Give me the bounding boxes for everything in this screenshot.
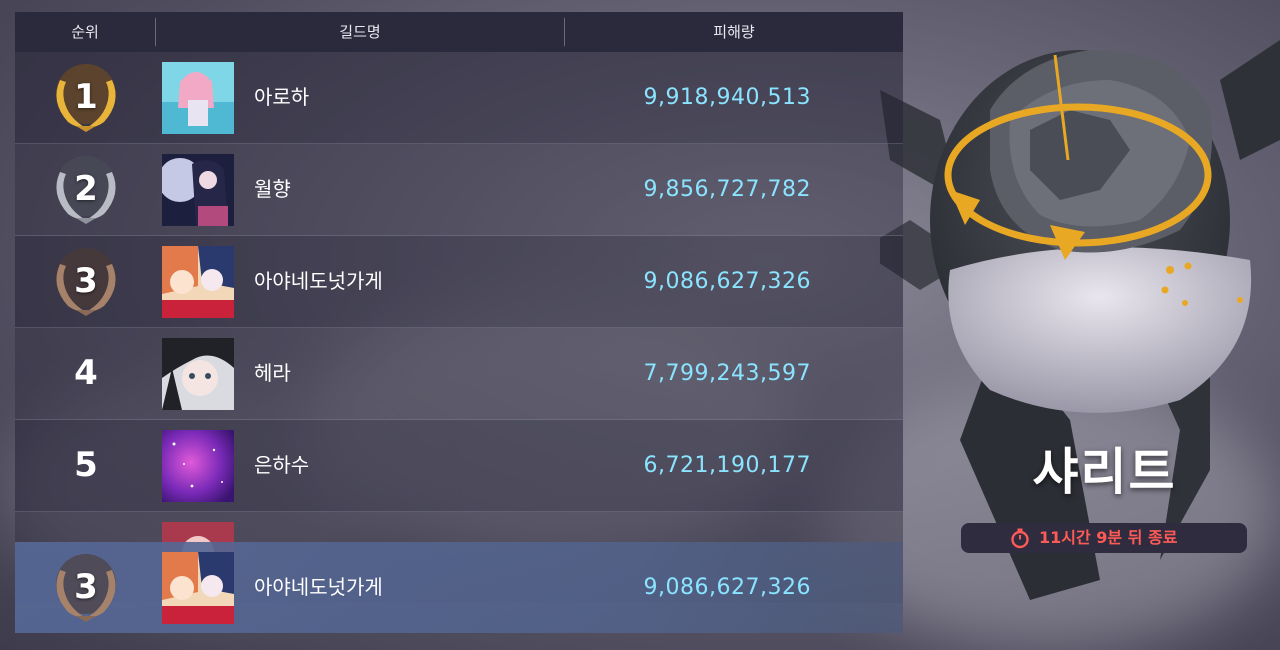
rank-number: 1 (74, 77, 98, 117)
guild-avatar (162, 246, 234, 318)
damage-value: 9,086,627,326 (643, 575, 811, 600)
guild-name: 헤라 (254, 361, 291, 385)
guild-avatar (162, 552, 234, 624)
rank-column-header: 순위 (71, 23, 99, 41)
rank-number: 4 (74, 353, 98, 393)
my-guild-row[interactable]: 3 아야네도넛가게 9,086,627,326 (15, 542, 903, 633)
rank-cell: 4 (41, 338, 131, 408)
guild-name: 아야네도넛가게 (254, 269, 383, 293)
ranking-row[interactable]: 1 아로하 9,918,940,513 (15, 52, 903, 144)
raid-timer: 11시간 9분 뒤 종료 (961, 523, 1247, 553)
ranking-row[interactable]: 5 은하수 6,721,190,177 (15, 420, 903, 512)
guild-column-header: 길드명 (339, 23, 381, 41)
guild-name: 월향 (254, 177, 291, 201)
ranking-list[interactable]: 1 아로하 9,918,940,513 2 월향 9,856,727,782 3… (15, 52, 903, 633)
stopwatch-icon (1011, 528, 1029, 549)
rank-cell: 5 (41, 430, 131, 500)
guild-avatar (162, 154, 234, 226)
guild-name: 아야네도넛가게 (254, 575, 383, 599)
rank-number: 2 (74, 169, 98, 209)
rank-number: 5 (74, 445, 98, 485)
rank-cell: 3 (41, 246, 131, 316)
rank-cell: 2 (41, 154, 131, 224)
guild-ranking-panel: 순위 길드명 피해량 1 아로하 9,918,940,513 2 월향 9,85… (15, 12, 903, 633)
ranking-row[interactable]: 2 월향 9,856,727,782 (15, 144, 903, 236)
rank-number: 3 (74, 261, 98, 301)
rank-number: 3 (74, 567, 98, 607)
guild-name: 아로하 (254, 85, 310, 109)
damage-value: 6,721,190,177 (643, 453, 811, 478)
guild-avatar (162, 430, 234, 502)
ranking-row[interactable]: 4 헤라 7,799,243,597 (15, 328, 903, 420)
boss-name: 샤리트 (1032, 443, 1177, 501)
rank-cell: 3 (41, 552, 131, 622)
damage-value: 9,918,940,513 (643, 85, 811, 110)
guild-name: 은하수 (254, 453, 310, 477)
guild-avatar (162, 338, 234, 410)
guild-avatar (162, 62, 234, 134)
rank-cell: 1 (41, 62, 131, 132)
damage-value: 9,086,627,326 (643, 269, 811, 294)
ranking-header: 순위 길드명 피해량 (15, 12, 903, 52)
damage-value: 7,799,243,597 (643, 361, 811, 386)
damage-column-header: 피해량 (713, 23, 755, 41)
damage-value: 9,856,727,782 (643, 177, 811, 202)
timer-text: 11시간 9분 뒤 종료 (1039, 528, 1178, 547)
ranking-row[interactable]: 3 아야네도넛가게 9,086,627,326 (15, 236, 903, 328)
